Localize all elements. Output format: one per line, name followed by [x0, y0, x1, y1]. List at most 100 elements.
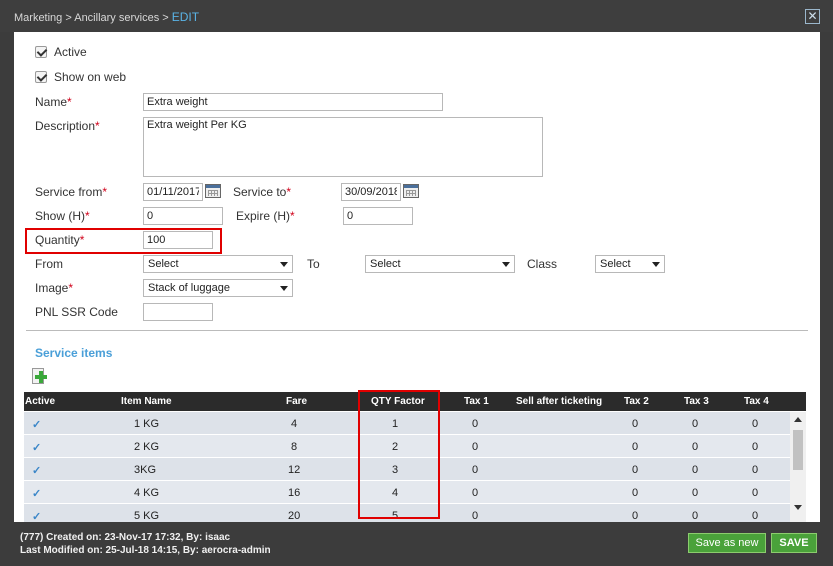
description-label-text: Description — [35, 119, 96, 133]
tax2-cell: 0 — [632, 441, 639, 453]
fare-cell: 12 — [288, 464, 301, 476]
active-check-icon: ✓ — [32, 488, 42, 500]
tax3-cell: 0 — [692, 441, 699, 453]
tax4-cell: 0 — [752, 510, 759, 522]
to-label: To — [307, 257, 320, 271]
show-on-web-label: Show on web — [54, 70, 127, 84]
item-name-cell: 4 KG — [134, 487, 160, 499]
column-header[interactable]: Item Name — [121, 396, 172, 407]
column-header[interactable]: Tax 4 — [744, 396, 769, 407]
required-mark: * — [95, 119, 100, 133]
tax1-cell: 0 — [472, 418, 479, 430]
column-header[interactable]: Active — [25, 396, 55, 407]
pnl-ssr-code-label: PNL SSR Code — [35, 305, 118, 319]
column-header[interactable]: Tax 1 — [464, 396, 489, 407]
tax3-cell: 0 — [692, 418, 699, 430]
active-check-icon: ✓ — [32, 465, 42, 477]
show-hours-label: Show (H)* — [35, 209, 90, 223]
active-check-icon: ✓ — [32, 511, 42, 522]
scroll-up-icon[interactable] — [794, 417, 802, 422]
column-header[interactable]: Tax 3 — [684, 396, 709, 407]
quantity-highlight-box — [25, 228, 222, 254]
breadcrumb-current: EDIT — [171, 10, 200, 24]
service-to-label-text: Service to — [233, 185, 287, 199]
required-mark: * — [290, 209, 295, 223]
fare-cell: 20 — [288, 510, 301, 522]
from-select[interactable]: Select — [143, 255, 293, 273]
tax1-cell: 0 — [472, 464, 479, 476]
tax4-cell: 0 — [752, 464, 759, 476]
show-hours-input[interactable] — [143, 207, 223, 225]
service-to-input[interactable] — [341, 183, 401, 201]
active-check-icon: ✓ — [32, 442, 42, 454]
description-label: Description* — [35, 119, 100, 133]
column-header[interactable]: Sell after ticketing — [516, 396, 602, 407]
item-name-cell: 2 KG — [134, 441, 160, 453]
tax1-cell: 0 — [472, 510, 479, 522]
active-checkbox[interactable] — [35, 46, 47, 58]
name-label: Name* — [35, 95, 72, 109]
chevron-down-icon — [502, 262, 510, 267]
record-info: (777) Created on: 23-Nov-17 17:32, By: i… — [20, 531, 271, 557]
save-button[interactable]: SAVE — [771, 533, 817, 553]
service-from-label-text: Service from — [35, 185, 103, 199]
to-select[interactable]: Select — [365, 255, 515, 273]
service-from-label: Service from* — [35, 185, 107, 199]
tax4-cell: 0 — [752, 441, 759, 453]
required-mark: * — [102, 185, 108, 199]
service-from-input[interactable] — [143, 183, 203, 201]
tax1-cell: 0 — [472, 487, 479, 499]
add-item-icon[interactable] — [30, 368, 47, 386]
calendar-icon[interactable] — [205, 184, 221, 198]
pnl-ssr-code-input[interactable] — [143, 303, 213, 321]
image-select[interactable]: Stack of luggage — [143, 279, 293, 297]
service-to-label: Service to* — [233, 185, 291, 199]
section-divider — [26, 330, 808, 331]
column-header[interactable]: Fare — [286, 396, 307, 407]
image-select-value: Stack of luggage — [148, 282, 230, 294]
tax3-cell: 0 — [692, 487, 699, 499]
title-bar: Marketing > Ancillary services > EDIT ✕ — [0, 0, 833, 32]
tax3-cell: 0 — [692, 510, 699, 522]
save-as-new-button[interactable]: Save as new — [688, 533, 766, 553]
required-mark: * — [85, 209, 90, 223]
tax4-cell: 0 — [752, 487, 759, 499]
required-mark: * — [68, 281, 74, 295]
calendar-icon[interactable] — [403, 184, 419, 198]
description-textarea[interactable]: Extra weight Per KG — [143, 117, 543, 177]
from-label: From — [35, 257, 63, 271]
scroll-down-icon[interactable] — [794, 505, 802, 510]
chevron-down-icon — [280, 286, 288, 291]
expire-hours-label-text: Expire (H) — [236, 209, 291, 223]
service-items-title: Service items — [35, 346, 113, 360]
from-select-value: Select — [148, 258, 179, 270]
fare-cell: 16 — [288, 487, 301, 499]
tax2-cell: 0 — [632, 418, 639, 430]
table-scrollbar[interactable] — [790, 412, 806, 522]
tax2-cell: 0 — [632, 510, 639, 522]
class-label: Class — [527, 257, 558, 271]
name-input[interactable] — [143, 93, 443, 111]
chevron-down-icon — [652, 262, 660, 267]
class-select-value: Select — [600, 258, 631, 270]
active-label: Active — [54, 45, 87, 59]
edit-form-panel: Active Show on web Name* Description* Ex… — [14, 32, 820, 522]
breadcrumb: Marketing > Ancillary services > EDIT — [14, 10, 199, 24]
item-name-cell: 5 KG — [134, 510, 160, 522]
tax3-cell: 0 — [692, 464, 699, 476]
required-mark: * — [286, 185, 292, 199]
class-select[interactable]: Select — [595, 255, 665, 273]
item-name-cell: 1 KG — [134, 418, 160, 430]
column-header[interactable]: Tax 2 — [624, 396, 649, 407]
fare-cell: 4 — [291, 418, 298, 430]
qty-factor-highlight-box — [358, 390, 440, 519]
close-icon[interactable]: ✕ — [805, 9, 820, 24]
scroll-thumb[interactable] — [793, 430, 803, 470]
required-mark: * — [67, 95, 72, 109]
expire-hours-input[interactable] — [343, 207, 413, 225]
chevron-down-icon — [280, 262, 288, 267]
tax1-cell: 0 — [472, 441, 479, 453]
show-hours-label-text: Show (H) — [35, 209, 86, 223]
tax2-cell: 0 — [632, 487, 639, 499]
show-on-web-checkbox[interactable] — [35, 71, 47, 83]
